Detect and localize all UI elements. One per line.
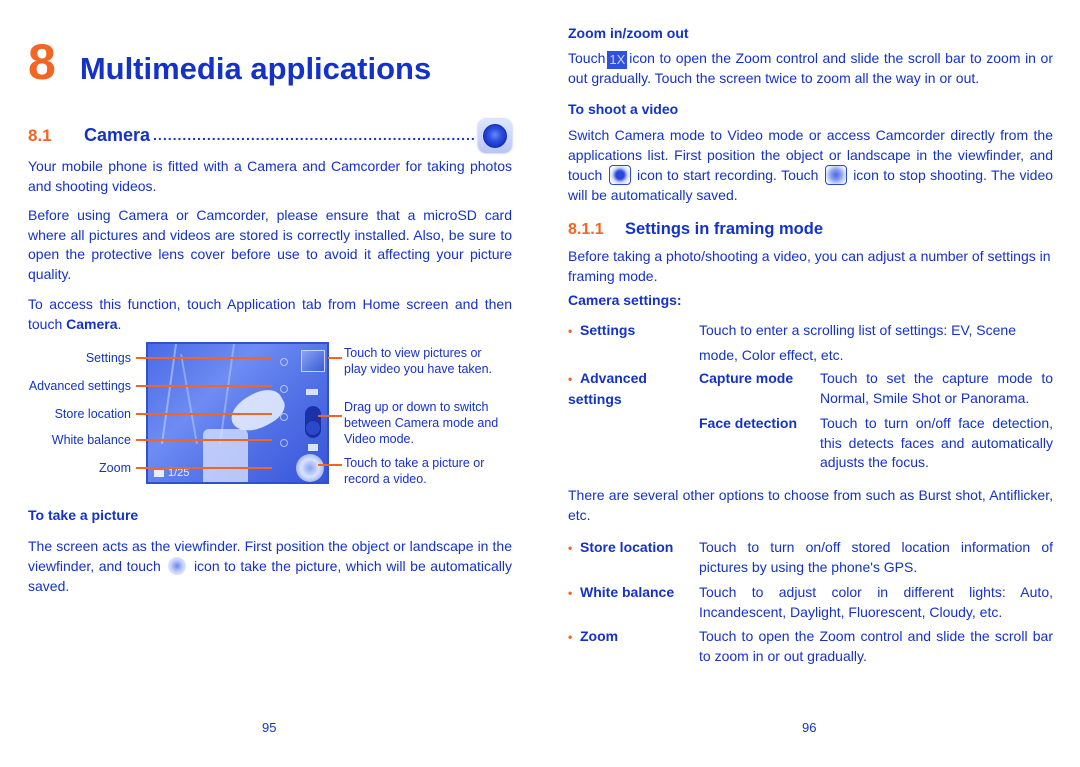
setting-item: • Store location Touch to turn on/off sto… xyxy=(568,538,1053,580)
sub-setting-term: Face detection xyxy=(699,415,798,431)
camera-bold: Camera xyxy=(66,315,118,332)
take-picture-paragraph: The screen acts as the viewfinder. First… xyxy=(28,538,512,594)
setting-desc: Touch to adjust color in different light… xyxy=(699,584,1053,620)
page-number-right: 96 xyxy=(802,720,817,735)
bullet: • xyxy=(568,372,573,386)
record-icon xyxy=(608,165,631,185)
callout-line xyxy=(136,413,272,415)
callout-line xyxy=(328,357,342,359)
chapter-number: 8 xyxy=(28,34,56,90)
bullet: • xyxy=(568,630,573,644)
setting-term: Settings xyxy=(580,322,636,338)
advanced-settings-icon xyxy=(280,385,288,393)
chapter-title: Multimedia applications xyxy=(79,51,432,86)
setting-term: White balance xyxy=(580,584,675,600)
section-title: Camera xyxy=(84,125,151,146)
video-paragraph: Switch Camera mode to Video mode or acce… xyxy=(568,127,1054,203)
figure-note-gallery: Touch to view pictures or play video you… xyxy=(344,346,493,376)
figure-note-mode-switch: Drag up or down to switch between Camera… xyxy=(344,400,499,446)
figure-label-zoom: Zoom xyxy=(99,461,131,475)
stop-icon xyxy=(824,165,847,185)
figure-note-shutter: Touch to take a picture or record a vide… xyxy=(344,456,485,486)
figure-label-settings: Settings xyxy=(85,351,131,365)
zoom-paragraph: Touch 1X icon to open the Zoom control and… xyxy=(568,50,1053,86)
other-options-paragraph: There are several other options to choos… xyxy=(568,487,1053,523)
storage-icon xyxy=(154,469,164,477)
video-heading: To shoot a video xyxy=(568,101,679,117)
setting-desc: Touch to turn on/off stored location inf… xyxy=(699,539,1053,575)
store-location-icon xyxy=(280,413,288,421)
subsection-title: Settings in framing mode xyxy=(625,220,824,238)
white-balance-icon xyxy=(280,439,288,447)
page-number-left: 95 xyxy=(262,720,277,735)
mode-switch-knob xyxy=(305,420,321,436)
chapter-heading: 8 Multimedia applications xyxy=(28,32,431,92)
intro-paragraph: Your mobile phone is fitted with a Camer… xyxy=(28,158,512,194)
camera-app-icon xyxy=(478,119,512,153)
sub-setting-term: Capture mode xyxy=(699,370,794,386)
bullet: • xyxy=(568,586,573,600)
framing-intro: Before taking a photo/shooting a video, … xyxy=(568,248,1051,284)
zoom-1x-icon: 1X xyxy=(607,51,628,69)
settings-icon xyxy=(280,358,288,366)
access-paragraph: To access this function, touch Applicati… xyxy=(28,295,512,334)
setting-item: • White balance Touch to adjust color in … xyxy=(568,583,1053,625)
callout-line xyxy=(318,415,342,417)
setting-term: Zoom xyxy=(580,628,619,644)
subsection-number: 8.1.1 xyxy=(568,221,604,238)
setting-desc: Touch to enter a scrolling list of setti… xyxy=(699,322,1016,363)
shutter-button-icon xyxy=(296,454,324,482)
figure-label-store-location: Store location xyxy=(54,407,131,421)
setting-item: • Settings Touch to enter a scrolling lis… xyxy=(568,318,1053,368)
take-picture-heading: To take a picture xyxy=(28,507,139,523)
sub-setting-desc: Touch to turn on/off face detection, thi… xyxy=(820,415,1053,470)
setting-term: Store location xyxy=(580,539,674,555)
sub-setting-desc: Touch to set the capture mode to Normal,… xyxy=(820,370,1053,406)
bullet: • xyxy=(568,324,573,338)
setting-item: • Advanced settings Capture mode Touch to… xyxy=(568,369,1053,479)
zoom-heading: Zoom in/zoom out xyxy=(568,25,689,41)
section-number: 8.1 xyxy=(28,126,52,146)
setting-desc: Touch to open the Zoom control and slide… xyxy=(699,628,1053,664)
leader-dots: ........................................… xyxy=(153,127,474,144)
callout-line xyxy=(136,467,272,469)
figure-label-advanced-settings: Advanced settings xyxy=(28,379,131,393)
camera-screen-figure: Settings Advanced settings Store locatio… xyxy=(28,337,512,489)
microsd-paragraph: Before using Camera or Camcorder, please… xyxy=(28,207,512,282)
camera-mode-icon xyxy=(308,444,318,451)
vase-image xyxy=(203,429,248,482)
shutter-icon xyxy=(168,557,187,575)
callout-line xyxy=(136,385,272,387)
setting-item: • Zoom Touch to open the Zoom control and… xyxy=(568,627,1053,669)
camera-settings-heading: Camera settings: xyxy=(568,292,682,308)
callout-line xyxy=(136,439,272,441)
access-end: . xyxy=(117,315,122,332)
section-heading: 8.1 Camera .............................… xyxy=(28,119,512,153)
subsection-heading: 8.1.1 Settings in framing mode xyxy=(568,220,823,240)
callout-line xyxy=(136,357,272,359)
bullet: • xyxy=(568,541,573,555)
figure-label-white-balance: White balance xyxy=(51,433,131,447)
callout-line xyxy=(318,464,342,466)
video-mode-icon xyxy=(306,389,318,395)
gallery-thumbnail xyxy=(301,350,325,372)
